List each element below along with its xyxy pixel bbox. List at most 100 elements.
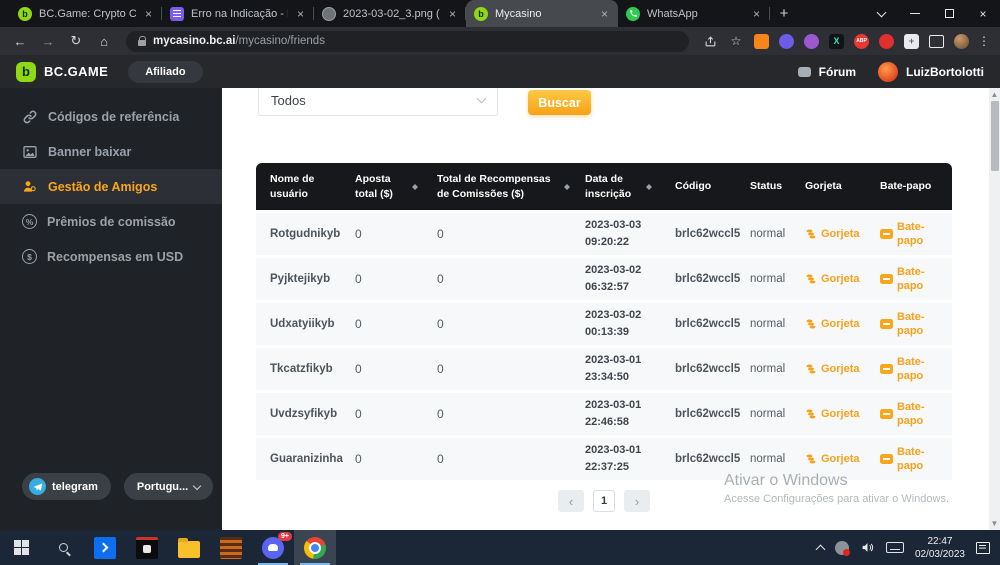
tab-png-image[interactable]: 2023-03-02_3.png (1024×76 × — [314, 0, 466, 27]
back-button[interactable]: ← — [8, 34, 32, 49]
phantom-extension-icon[interactable] — [779, 34, 794, 49]
sidebar-item-friends-management[interactable]: Gestão de Amigos — [0, 169, 222, 204]
scrollbar-thumb[interactable] — [991, 101, 999, 171]
col-status: Status — [750, 179, 805, 193]
tab-close-icon[interactable]: × — [143, 7, 154, 21]
action-center-icon[interactable] — [976, 542, 990, 554]
tab-close-icon[interactable]: × — [295, 7, 306, 21]
game-launcher-icon — [136, 537, 158, 559]
sort-icon[interactable] — [412, 181, 419, 193]
username-label[interactable]: LuizBortolotti — [906, 65, 984, 79]
cell-username: Pyjktejikyb — [256, 273, 355, 285]
tip-button[interactable]: Gorjeta — [805, 317, 880, 331]
search-button[interactable]: Buscar — [528, 90, 591, 115]
tab-close-icon[interactable]: × — [447, 7, 458, 21]
tab-search-chevron-icon[interactable] — [864, 0, 898, 27]
taskbar-game-launcher[interactable] — [126, 530, 168, 565]
cell-signup-date: 2023-03-0309:20:22 — [585, 217, 675, 251]
sort-icon[interactable] — [646, 181, 653, 193]
start-button[interactable] — [0, 530, 42, 565]
bookmark-star-icon[interactable]: ☆ — [725, 34, 747, 48]
volume-icon[interactable] — [860, 541, 875, 554]
keyboard-icon[interactable] — [886, 542, 904, 553]
tab-bcgame-casino[interactable]: b BC.Game: Crypto Casino Gam × — [10, 0, 162, 27]
sidebar-item-commission-rewards[interactable]: % Prêmios de comissão — [0, 204, 222, 239]
tab-mycasino-active[interactable]: b Mycasino × — [466, 0, 618, 27]
col-bet-total: Aposta total ($) — [355, 172, 437, 200]
pagination-prev-button[interactable]: ‹ — [558, 490, 584, 512]
metamask-extension-icon[interactable] — [754, 34, 769, 49]
forward-button[interactable]: → — [36, 34, 60, 49]
bcgame-logo-icon[interactable]: b — [16, 62, 36, 82]
cell-username: Udxatyiikyb — [256, 318, 355, 330]
cell-code: brlc62wccl5 — [675, 408, 750, 420]
cell-commission: 0 — [437, 227, 585, 241]
chevron-down-icon — [193, 481, 201, 489]
tab-title: Erro na Indicação - BC.Game — [191, 8, 288, 20]
tip-button[interactable]: Gorjeta — [805, 272, 880, 286]
table-row: Uvdzsyfikyb 0 0 2023-03-0122:46:58 brlc6… — [256, 393, 952, 435]
chat-bubble-icon — [880, 274, 893, 284]
home-button[interactable]: ⌂ — [92, 34, 116, 49]
tray-recording-app-icon[interactable] — [835, 541, 849, 555]
chat-button[interactable]: Bate-papo — [880, 220, 952, 249]
scrollbar-up-icon[interactable]: ▲ — [989, 88, 1000, 101]
profile-avatar[interactable] — [954, 34, 969, 49]
tab-close-icon[interactable]: × — [599, 7, 610, 21]
extensions-puzzle-icon[interactable]: + — [904, 34, 919, 49]
chat-button[interactable]: Bate-papo — [880, 310, 952, 339]
window-maximize-button[interactable] — [932, 0, 966, 27]
taskbar-file-explorer[interactable] — [168, 530, 210, 565]
sort-icon[interactable] — [564, 181, 571, 193]
sidebar-item-banner-download[interactable]: Banner baixar — [0, 134, 222, 169]
friend-type-select[interactable]: Todos — [258, 88, 498, 116]
wallet-extension-icon[interactable] — [804, 34, 819, 49]
tip-button[interactable]: Gorjeta — [805, 452, 880, 466]
user-avatar[interactable] — [878, 62, 898, 82]
folder-icon — [178, 541, 200, 558]
taskbar-discord[interactable]: 9+ — [252, 530, 294, 565]
scrollbar-down-icon[interactable]: ▼ — [989, 517, 1000, 530]
new-tab-button[interactable]: + — [770, 0, 798, 27]
side-panel-icon[interactable] — [929, 35, 944, 48]
taskbar-anydesk[interactable] — [84, 530, 126, 565]
chat-button[interactable]: Bate-papo — [880, 445, 952, 474]
page-scrollbar[interactable]: ▲ ▼ — [989, 88, 1000, 530]
reload-button[interactable]: ↻ — [64, 33, 88, 49]
sidebar-item-usd-rewards[interactable]: $ Recompensas em USD — [0, 239, 222, 274]
chat-button[interactable]: Bate-papo — [880, 355, 952, 384]
adblock-extension-icon[interactable]: ABP — [854, 34, 869, 49]
tip-button[interactable]: Gorjeta — [805, 362, 880, 376]
tab-erro-indicacao[interactable]: Erro na Indicação - BC.Game × — [162, 0, 314, 27]
pagination-current-page[interactable]: 1 — [593, 490, 615, 512]
address-bar[interactable]: mycasino.bc.ai/mycasino/friends — [126, 31, 689, 52]
x-extension-icon[interactable]: X — [829, 34, 844, 49]
tab-close-icon[interactable]: × — [751, 7, 762, 21]
telegram-button[interactable]: telegram — [22, 473, 111, 500]
col-signup-date: Data de inscrição — [585, 172, 675, 200]
sidebar-item-referral-codes[interactable]: Códigos de referência — [0, 99, 222, 134]
share-icon[interactable] — [699, 35, 721, 48]
cell-code: brlc62wccl5 — [675, 228, 750, 240]
affiliate-button[interactable]: Afiliado — [128, 61, 202, 83]
taskbar-logs-app[interactable] — [210, 530, 252, 565]
language-label: Portugu... — [137, 481, 188, 493]
tip-button[interactable]: Gorjeta — [805, 407, 880, 421]
blocker-extension-icon[interactable] — [879, 34, 894, 49]
language-selector[interactable]: Portugu... — [124, 473, 213, 500]
pagination-next-button[interactable]: › — [624, 490, 650, 512]
taskbar-chrome[interactable] — [294, 530, 336, 565]
window-minimize-button[interactable] — [898, 0, 932, 27]
chat-button[interactable]: Bate-papo — [880, 400, 952, 429]
windows-taskbar: 9+ 22:47 02/03/2023 — [0, 530, 1000, 565]
cell-signup-date: 2023-03-0123:34:50 — [585, 352, 675, 386]
taskbar-clock[interactable]: 22:47 02/03/2023 — [915, 535, 965, 561]
window-close-button[interactable]: × — [966, 0, 1000, 27]
forum-link[interactable]: Fórum — [819, 65, 856, 79]
tray-show-hidden-icons[interactable] — [815, 544, 825, 554]
tip-button[interactable]: Gorjeta — [805, 227, 880, 241]
taskbar-search-button[interactable] — [42, 530, 84, 565]
chat-button[interactable]: Bate-papo — [880, 265, 952, 294]
tab-whatsapp[interactable]: WhatsApp × — [618, 0, 770, 27]
browser-menu-icon[interactable]: ⋮ — [976, 34, 992, 48]
